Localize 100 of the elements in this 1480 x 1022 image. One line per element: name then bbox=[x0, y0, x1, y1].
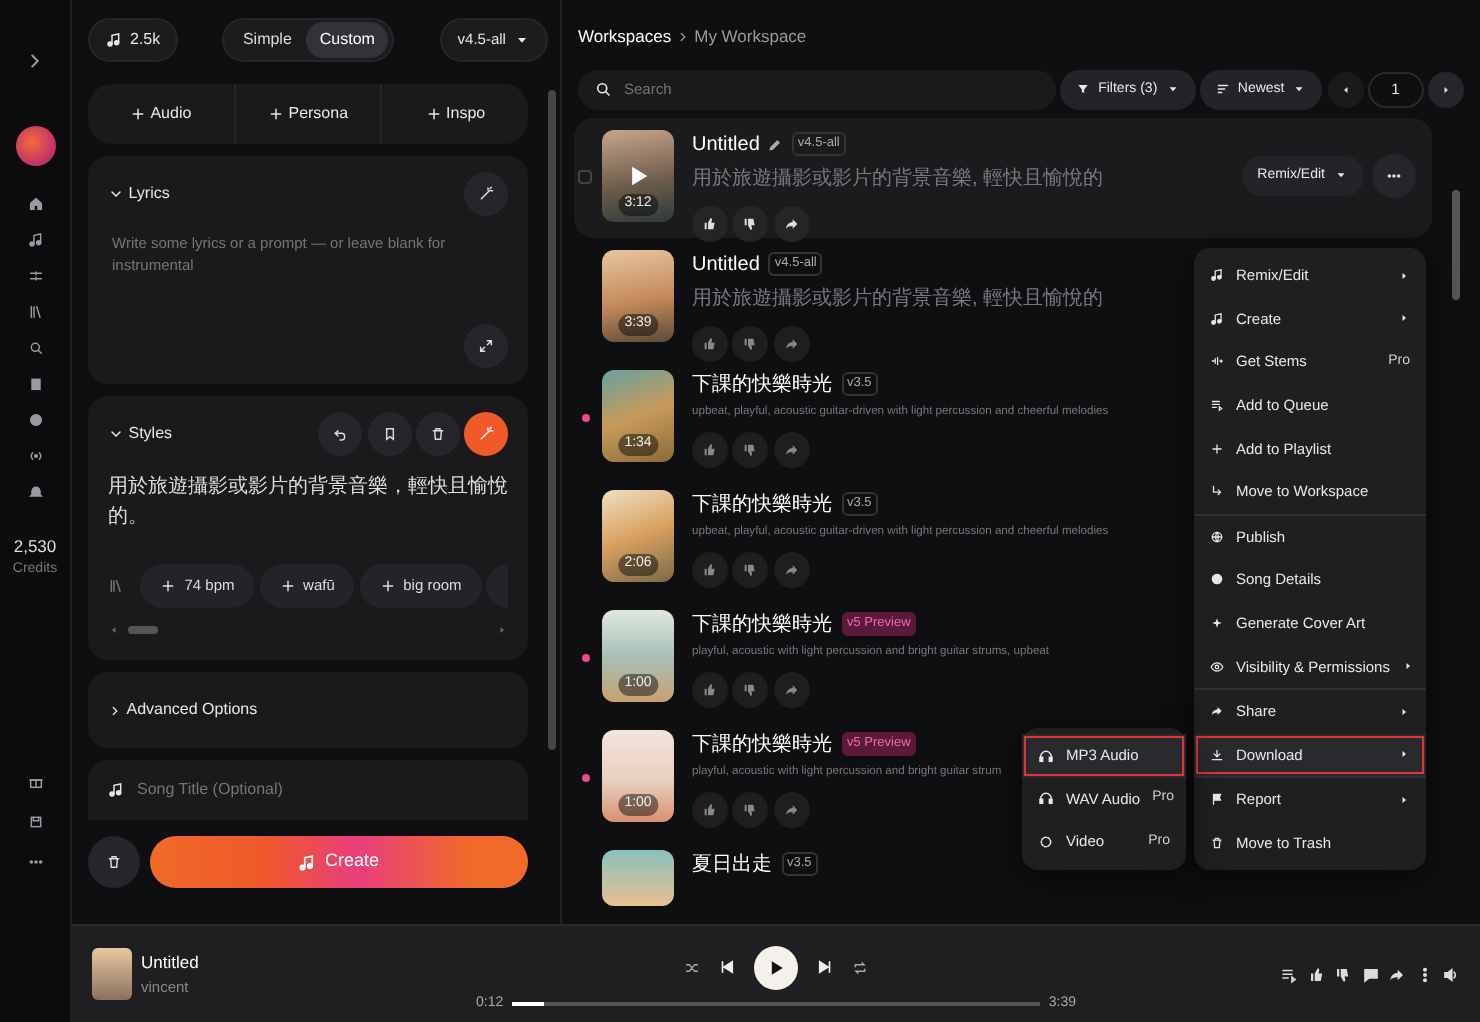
trash-icon bbox=[1210, 836, 1224, 851]
sparkle-icon bbox=[1210, 616, 1224, 631]
thumbs-up-icon bbox=[702, 802, 718, 819]
share-icon bbox=[783, 335, 799, 352]
add-button[interactable]: Inspo bbox=[380, 84, 529, 144]
scrollbar[interactable] bbox=[548, 90, 556, 750]
share-icon bbox=[783, 442, 799, 459]
create-button[interactable]: Create bbox=[149, 836, 528, 888]
flag-icon bbox=[1210, 792, 1224, 807]
cover-art[interactable] bbox=[602, 849, 674, 906]
thumbs-down-icon bbox=[742, 802, 759, 819]
share-icon bbox=[783, 562, 799, 579]
shuffle-icon bbox=[684, 959, 700, 976]
share-icon[interactable] bbox=[1388, 965, 1406, 983]
advanced-options-label: Advanced Options bbox=[126, 698, 258, 722]
caret-icon bbox=[513, 32, 530, 48]
studio-icon bbox=[27, 268, 43, 284]
credits-chip[interactable]: 2.5k bbox=[88, 18, 179, 62]
song-title-field[interactable]: Song Title (Optional) bbox=[88, 760, 528, 820]
trash-icon bbox=[429, 426, 446, 442]
song-description: 用於旅遊攝影或影片的背景音樂, 輕快且愉悅的 bbox=[692, 285, 1104, 314]
share-icon bbox=[1210, 704, 1224, 719]
scrollbar-thumb[interactable] bbox=[128, 626, 158, 634]
mode-tab[interactable]: Custom bbox=[305, 22, 389, 58]
credits-amount: 2.5k bbox=[130, 28, 161, 52]
song-title[interactable]: 下課的快樂時光 bbox=[692, 609, 832, 640]
mode-tab[interactable]: Simple bbox=[228, 22, 306, 58]
next-track-icon bbox=[816, 958, 834, 977]
chevron-icon bbox=[108, 703, 122, 717]
song-title[interactable]: 下課的快樂時光 bbox=[692, 369, 832, 400]
share-icon bbox=[783, 682, 799, 699]
library-icon bbox=[108, 578, 124, 594]
video-icon bbox=[1038, 833, 1054, 850]
thumbs-up-icon bbox=[702, 442, 718, 459]
delete-button[interactable] bbox=[415, 412, 460, 456]
submenu-arrow-icon bbox=[1398, 705, 1410, 718]
queue-icon bbox=[1210, 398, 1224, 413]
thumbs-down-icon bbox=[742, 215, 759, 232]
avatar[interactable] bbox=[15, 126, 55, 166]
share-button[interactable] bbox=[773, 205, 809, 242]
expand-button[interactable] bbox=[464, 324, 508, 368]
plus-icon bbox=[379, 578, 396, 594]
undo-button[interactable] bbox=[318, 412, 363, 456]
song-title[interactable]: 下課的快樂時光 bbox=[692, 729, 832, 760]
scrollbar[interactable] bbox=[1452, 190, 1460, 300]
undo-icon bbox=[332, 426, 349, 442]
breadcrumb-link[interactable]: Workspaces bbox=[578, 24, 672, 50]
bookmark-icon bbox=[381, 426, 397, 442]
styles-toggle[interactable]: Styles bbox=[108, 422, 173, 446]
queue-icon[interactable] bbox=[1280, 965, 1298, 983]
song-title[interactable]: Untitled bbox=[692, 249, 760, 280]
save-icon bbox=[27, 814, 43, 830]
select-checkbox[interactable] bbox=[578, 169, 592, 184]
arrow-icon bbox=[1210, 484, 1224, 499]
magic-wand-button[interactable] bbox=[464, 412, 508, 456]
pencil-icon bbox=[768, 137, 783, 152]
search-icon bbox=[594, 80, 612, 99]
bookmark-button[interactable] bbox=[367, 412, 411, 456]
song-title[interactable]: 下課的快樂時光 bbox=[692, 489, 832, 520]
eye-icon bbox=[1210, 659, 1224, 674]
lyrics-toggle[interactable]: Lyrics bbox=[108, 182, 170, 206]
dislike-button[interactable] bbox=[732, 205, 769, 242]
chevron-icon bbox=[675, 29, 690, 44]
headphones-icon bbox=[1038, 790, 1054, 807]
library-icon bbox=[27, 304, 43, 320]
plus-icon bbox=[160, 578, 177, 594]
note-icon bbox=[297, 853, 316, 871]
create-icon bbox=[27, 232, 43, 248]
thumbs-down-icon bbox=[742, 682, 759, 699]
track-title[interactable]: Untitled bbox=[141, 950, 199, 976]
volume-icon[interactable] bbox=[1442, 965, 1460, 983]
radio-icon bbox=[27, 448, 43, 464]
stems-icon bbox=[1210, 354, 1224, 369]
submenu-arrow-icon bbox=[1398, 793, 1410, 806]
thumbs-up-icon[interactable] bbox=[1307, 965, 1325, 983]
expand-icon bbox=[478, 338, 494, 354]
clear-button[interactable] bbox=[88, 836, 140, 888]
plus-icon bbox=[1210, 441, 1224, 456]
comment-icon[interactable] bbox=[1361, 965, 1379, 983]
plus-icon bbox=[129, 106, 146, 122]
styles-text[interactable]: 用於旅遊攝影或影片的背景音樂，輕快且愉悅的。 bbox=[108, 472, 508, 564]
submenu-arrow-icon bbox=[1398, 748, 1410, 761]
song-title-input[interactable]: Song Title (Optional) bbox=[133, 776, 508, 804]
gift-icon bbox=[27, 774, 43, 790]
song-title[interactable]: Untitled bbox=[692, 129, 760, 160]
like-button[interactable] bbox=[692, 205, 728, 242]
scroll-left-icon bbox=[108, 624, 120, 636]
add-button[interactable]: Audio bbox=[88, 84, 234, 144]
thumbs-down-icon[interactable] bbox=[1334, 965, 1352, 983]
magic-wand-button[interactable] bbox=[464, 172, 508, 216]
advanced-options-toggle[interactable]: Advanced Options bbox=[88, 672, 528, 748]
credits-count: 2,530 bbox=[13, 534, 57, 560]
play-button[interactable] bbox=[754, 945, 798, 990]
previous-track-icon bbox=[718, 958, 736, 977]
note-icon bbox=[106, 32, 122, 48]
add-button[interactable]: Persona bbox=[233, 84, 381, 144]
download-icon bbox=[1210, 747, 1224, 762]
song-title[interactable]: 夏日出走 bbox=[692, 849, 772, 880]
submenu-arrow-icon bbox=[1401, 660, 1414, 673]
notification-icon bbox=[27, 484, 43, 500]
